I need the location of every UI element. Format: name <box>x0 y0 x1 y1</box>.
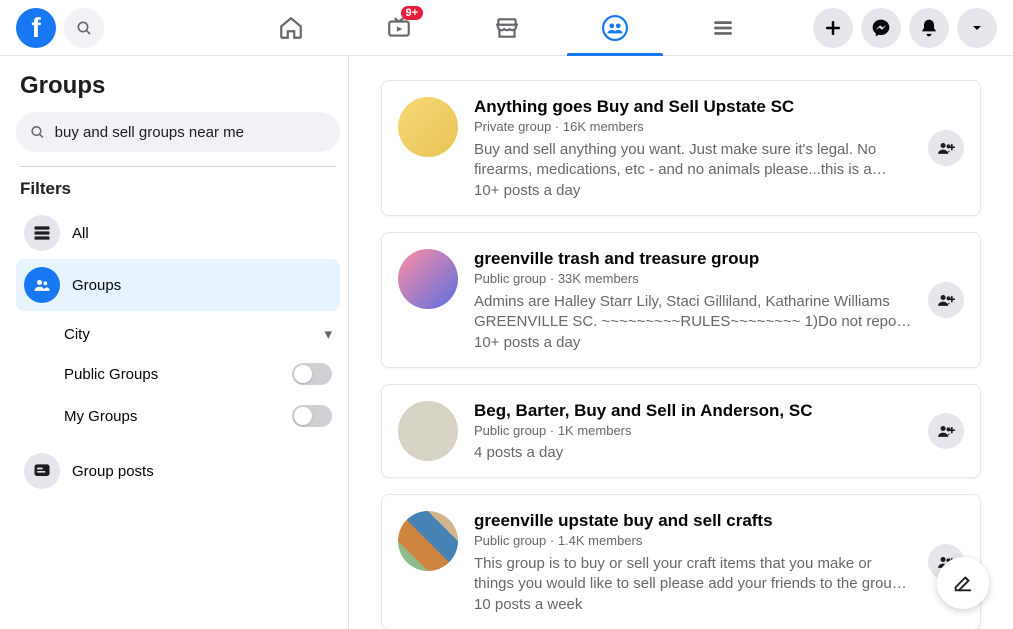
compose-icon <box>952 572 974 594</box>
filter-my-groups-label: My Groups <box>64 408 137 425</box>
nav-watch[interactable]: 9+ <box>349 0 449 56</box>
header-right <box>813 8 997 48</box>
filter-group-posts-label: Group posts <box>72 463 154 480</box>
bell-icon <box>919 18 939 38</box>
result-desc: This group is to buy or sell your craft … <box>474 554 912 594</box>
marketplace-icon <box>494 15 520 41</box>
page-title: Groups <box>16 72 340 100</box>
toggle-my-groups[interactable] <box>292 405 332 427</box>
filter-public-groups[interactable]: Public Groups <box>64 353 340 395</box>
compose-fab[interactable] <box>937 557 989 609</box>
result-meta: Public group · 1K members <box>474 423 912 438</box>
post-icon <box>32 461 52 481</box>
hamburger-icon <box>710 15 736 41</box>
notifications-button[interactable] <box>909 8 949 48</box>
main-container: Groups Filters All Groups City ▾ Public … <box>0 56 1013 629</box>
result-activity: 10+ posts a day <box>474 334 912 351</box>
home-icon <box>278 15 304 41</box>
header-left: f <box>16 8 104 48</box>
nav-home[interactable] <box>241 0 341 56</box>
result-desc: Buy and sell anything you want. Just mak… <box>474 140 912 180</box>
create-button[interactable] <box>813 8 853 48</box>
nav-marketplace[interactable] <box>457 0 557 56</box>
filter-public-groups-label: Public Groups <box>64 366 158 383</box>
join-group-icon <box>936 138 956 158</box>
search-icon <box>76 20 92 36</box>
nav-menu[interactable] <box>673 0 773 56</box>
groups-icon <box>602 15 628 41</box>
groups-search-box[interactable] <box>16 112 340 152</box>
search-input[interactable] <box>55 124 326 141</box>
result-meta: Public group · 1.4K members <box>474 533 912 548</box>
messenger-icon <box>871 18 891 38</box>
group-result-card[interactable]: Beg, Barter, Buy and Sell in Anderson, S… <box>381 384 981 478</box>
join-group-icon <box>936 421 956 441</box>
result-title[interactable]: greenville trash and treasure group <box>474 249 912 269</box>
filter-group-posts[interactable]: Group posts <box>16 445 340 497</box>
toggle-public-groups[interactable] <box>292 363 332 385</box>
filter-city[interactable]: City ▾ <box>64 315 340 353</box>
groups-icon <box>32 275 52 295</box>
result-title[interactable]: Anything goes Buy and Sell Upstate SC <box>474 97 912 117</box>
group-result-card[interactable]: greenville trash and treasure group Publ… <box>381 232 981 368</box>
result-meta: Private group · 16K members <box>474 119 912 134</box>
join-group-button[interactable] <box>928 130 964 166</box>
top-header: f 9+ <box>0 0 1013 56</box>
result-activity: 10+ posts a day <box>474 182 912 199</box>
result-body: greenville trash and treasure group Publ… <box>474 249 912 351</box>
group-avatar <box>398 97 458 157</box>
result-body: greenville upstate buy and sell crafts P… <box>474 511 912 613</box>
filters-heading: Filters <box>16 179 340 207</box>
sidebar: Groups Filters All Groups City ▾ Public … <box>0 56 348 629</box>
watch-badge: 9+ <box>401 6 424 20</box>
plus-icon <box>823 18 843 38</box>
result-title[interactable]: greenville upstate buy and sell crafts <box>474 511 912 531</box>
filter-city-label: City <box>64 326 90 343</box>
group-result-card[interactable]: Anything goes Buy and Sell Upstate SC Pr… <box>381 80 981 216</box>
join-group-icon <box>936 290 956 310</box>
result-body: Anything goes Buy and Sell Upstate SC Pr… <box>474 97 912 199</box>
filter-all[interactable]: All <box>16 207 340 259</box>
nav-groups[interactable] <box>565 0 665 56</box>
join-group-button[interactable] <box>928 413 964 449</box>
results-pane: Anything goes Buy and Sell Upstate SC Pr… <box>348 56 1013 629</box>
account-button[interactable] <box>957 8 997 48</box>
divider <box>20 166 336 167</box>
result-activity: 10 posts a week <box>474 596 912 613</box>
filter-groups-label: Groups <box>72 277 121 294</box>
group-result-card[interactable]: greenville upstate buy and sell crafts P… <box>381 494 981 629</box>
result-title[interactable]: Beg, Barter, Buy and Sell in Anderson, S… <box>474 401 912 421</box>
group-avatar <box>398 401 458 461</box>
filter-all-label: All <box>72 225 89 242</box>
result-activity: 4 posts a day <box>474 444 912 461</box>
sub-filters: City ▾ Public Groups My Groups <box>16 315 340 437</box>
group-avatar <box>398 249 458 309</box>
chevron-down-icon: ▾ <box>324 325 332 343</box>
facebook-logo[interactable]: f <box>16 8 56 48</box>
result-body: Beg, Barter, Buy and Sell in Anderson, S… <box>474 401 912 461</box>
result-desc: Admins are Halley Starr Lily, Staci Gill… <box>474 292 912 332</box>
filter-my-groups[interactable]: My Groups <box>64 395 340 437</box>
messenger-button[interactable] <box>861 8 901 48</box>
caret-down-icon <box>969 20 985 36</box>
result-meta: Public group · 33K members <box>474 271 912 286</box>
global-search-button[interactable] <box>64 8 104 48</box>
posts-icon <box>32 223 52 243</box>
search-icon <box>30 124 45 140</box>
join-group-button[interactable] <box>928 282 964 318</box>
filter-groups[interactable]: Groups <box>16 259 340 311</box>
header-nav: 9+ <box>241 0 773 56</box>
group-avatar <box>398 511 458 571</box>
